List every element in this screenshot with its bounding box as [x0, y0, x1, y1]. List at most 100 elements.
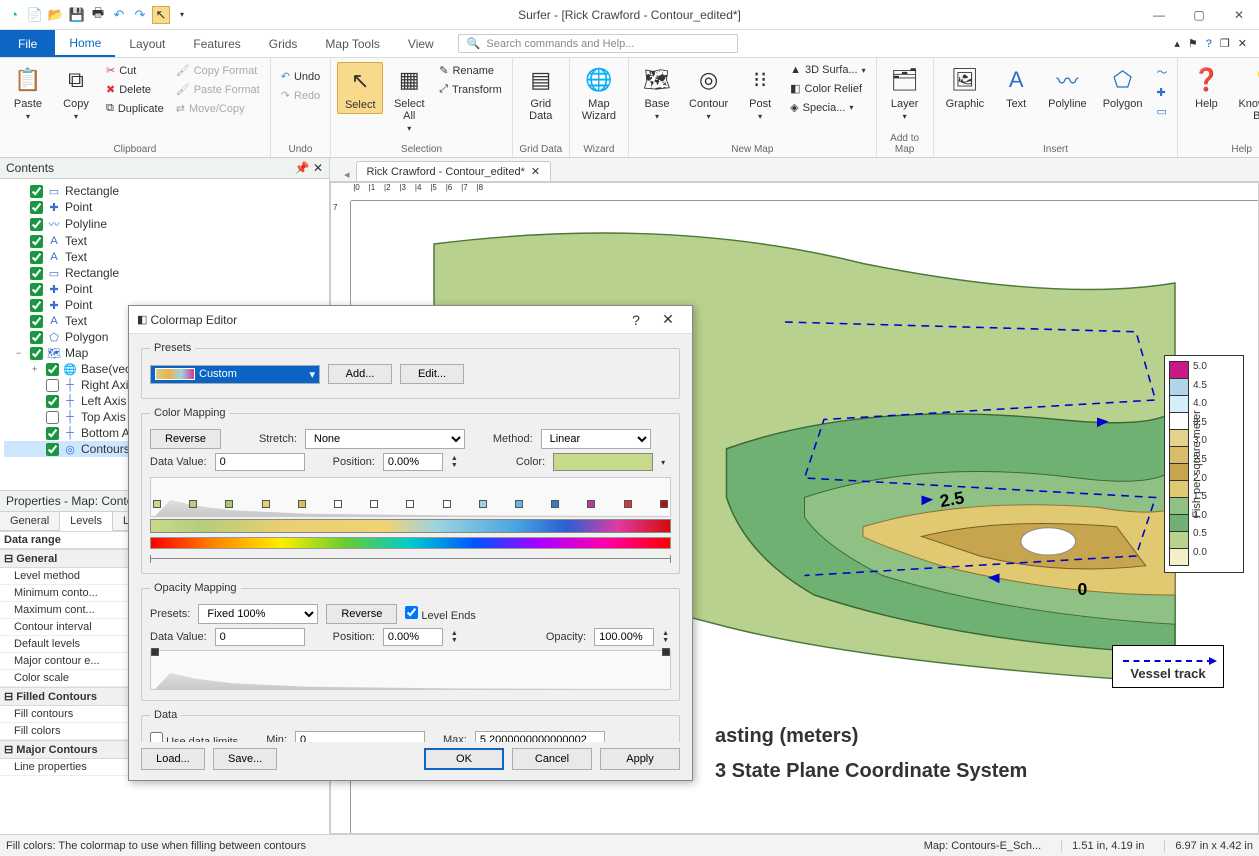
preset-select[interactable]: Custom ▾: [150, 365, 320, 384]
method-select[interactable]: Linear: [541, 429, 651, 449]
cancel-button[interactable]: Cancel: [512, 748, 592, 770]
range-slider[interactable]: [150, 555, 671, 563]
cut-button[interactable]: ✂Cut: [102, 62, 168, 79]
use-limits-checkbox[interactable]: Use data limits: [150, 732, 238, 742]
layer-checkbox[interactable]: [30, 201, 43, 214]
layer-checkbox[interactable]: [30, 331, 43, 344]
save-button[interactable]: Save...: [213, 748, 277, 770]
position-input[interactable]: [383, 453, 443, 471]
tab-scroll-left-icon[interactable]: ◂: [338, 168, 356, 181]
tree-item[interactable]: ✚Point: [4, 199, 325, 215]
dialog-titlebar[interactable]: ◧ Colormap Editor ? ✕: [129, 306, 692, 334]
gradient-bar[interactable]: [150, 519, 671, 533]
shape-button[interactable]: ▭: [1152, 103, 1171, 120]
spinner-icon[interactable]: ▲▼: [451, 630, 458, 644]
level-ends-checkbox[interactable]: Level Ends: [405, 606, 476, 622]
tab-maptools[interactable]: Map Tools: [311, 30, 393, 57]
tab-grids[interactable]: Grids: [255, 30, 312, 57]
document-tab[interactable]: Rick Crawford - Contour_edited*✕: [356, 161, 552, 181]
rename-button[interactable]: ✎Rename: [435, 62, 506, 79]
layer-checkbox[interactable]: [46, 379, 59, 392]
base-button[interactable]: 🗺Base▾: [635, 62, 679, 123]
props-tab-general[interactable]: General: [0, 512, 60, 530]
map-wizard-button[interactable]: 🌐Map Wizard: [576, 62, 622, 124]
flag-icon[interactable]: ⚑: [1188, 37, 1198, 50]
symbol-button[interactable]: ✚: [1152, 84, 1171, 101]
graphic-button[interactable]: 🖼Graphic: [940, 62, 991, 112]
tree-item[interactable]: AText: [4, 233, 325, 249]
tab-view[interactable]: View: [394, 30, 448, 57]
move-copy-button[interactable]: ⇄Move/Copy: [172, 100, 264, 117]
max-input[interactable]: [475, 731, 605, 742]
layer-checkbox[interactable]: [46, 395, 59, 408]
tab-layout[interactable]: Layout: [115, 30, 179, 57]
layer-checkbox[interactable]: [30, 218, 43, 231]
collapse-ribbon-icon[interactable]: ▴: [1174, 37, 1180, 50]
stretch-select[interactable]: None: [305, 429, 465, 449]
qat-undo-icon[interactable]: ↶: [110, 6, 128, 24]
layer-checkbox[interactable]: [30, 267, 43, 280]
close-icon[interactable]: ✕: [652, 311, 684, 328]
layer-checkbox[interactable]: [30, 185, 43, 198]
help-button[interactable]: ❓Help: [1184, 62, 1228, 112]
restore-window-icon[interactable]: ❐: [1220, 37, 1230, 50]
opacity-input[interactable]: [594, 628, 654, 646]
paste-button[interactable]: 📋Paste▾: [6, 62, 50, 123]
paste-format-button[interactable]: 🖌Paste Format: [172, 81, 264, 98]
opacity-reverse-button[interactable]: Reverse: [326, 604, 397, 624]
layer-checkbox[interactable]: [46, 363, 59, 376]
close-doc-icon[interactable]: ✕: [1238, 37, 1247, 50]
surface-button[interactable]: ▲3D Surfa...▾: [786, 62, 869, 78]
tree-item[interactable]: 〰Polyline: [4, 215, 325, 233]
tree-item[interactable]: ✚Point: [4, 281, 325, 297]
close-pane-icon[interactable]: ✕: [313, 161, 323, 175]
opacity-histogram[interactable]: [150, 650, 671, 690]
props-tab-levels[interactable]: Levels: [60, 512, 113, 531]
tree-item[interactable]: AText: [4, 249, 325, 265]
layer-checkbox[interactable]: [30, 283, 43, 296]
tab-home[interactable]: Home: [55, 30, 115, 57]
pin-icon[interactable]: 📌: [295, 161, 310, 175]
layer-checkbox[interactable]: [30, 299, 43, 312]
spline-button[interactable]: 〜: [1152, 62, 1171, 82]
help-icon[interactable]: ?: [620, 312, 652, 328]
qat-select-icon[interactable]: ↖: [152, 6, 170, 24]
transform-button[interactable]: ⤢Transform: [435, 81, 506, 98]
copy-format-button[interactable]: 🖌Copy Format: [172, 62, 264, 79]
search-input[interactable]: 🔍 Search commands and Help...: [458, 34, 738, 53]
delete-button[interactable]: ✖Delete: [102, 81, 168, 98]
maximize-icon[interactable]: ▢: [1179, 1, 1219, 29]
opacity-preset-select[interactable]: Fixed 100%: [198, 604, 318, 624]
ok-button[interactable]: OK: [424, 748, 504, 770]
close-tab-icon[interactable]: ✕: [531, 165, 540, 178]
reverse-button[interactable]: Reverse: [150, 429, 221, 449]
spinner-icon[interactable]: ▲▼: [662, 630, 669, 644]
redo-button[interactable]: ↷Redo: [277, 87, 325, 104]
spinner-icon[interactable]: ▲▼: [451, 455, 458, 469]
file-tab[interactable]: File: [0, 30, 55, 57]
edit-button[interactable]: Edit...: [400, 364, 464, 384]
close-icon[interactable]: ✕: [1219, 1, 1259, 29]
load-button[interactable]: Load...: [141, 748, 205, 770]
qat-new-icon[interactable]: 📄: [26, 6, 44, 24]
qat-print-icon[interactable]: 🖶: [89, 6, 107, 24]
select-all-button[interactable]: ▦Select All▾: [387, 62, 431, 135]
layer-checkbox[interactable]: [30, 347, 43, 360]
qat-redo-icon[interactable]: ↷: [131, 6, 149, 24]
text-button[interactable]: AText: [994, 62, 1038, 112]
duplicate-button[interactable]: ⧉Duplicate: [102, 100, 168, 117]
layer-checkbox[interactable]: [30, 251, 43, 264]
min-input[interactable]: [295, 731, 425, 742]
select-button[interactable]: ↖Select: [337, 62, 383, 114]
odatavalue-input[interactable]: [215, 628, 305, 646]
polyline-button[interactable]: 〰Polyline: [1042, 62, 1093, 112]
relief-button[interactable]: ◧Color Relief: [786, 80, 869, 97]
add-button[interactable]: Add...: [328, 364, 392, 384]
copy-button[interactable]: ⧉Copy▾: [54, 62, 98, 123]
color-histogram[interactable]: [150, 477, 671, 517]
oposition-input[interactable]: [383, 628, 443, 646]
contour-button[interactable]: ◎Contour▾: [683, 62, 734, 123]
layer-button[interactable]: 🗂Layer▾: [883, 62, 927, 123]
color-swatch[interactable]: [553, 453, 653, 471]
polygon-button[interactable]: ⬠Polygon: [1097, 62, 1149, 112]
